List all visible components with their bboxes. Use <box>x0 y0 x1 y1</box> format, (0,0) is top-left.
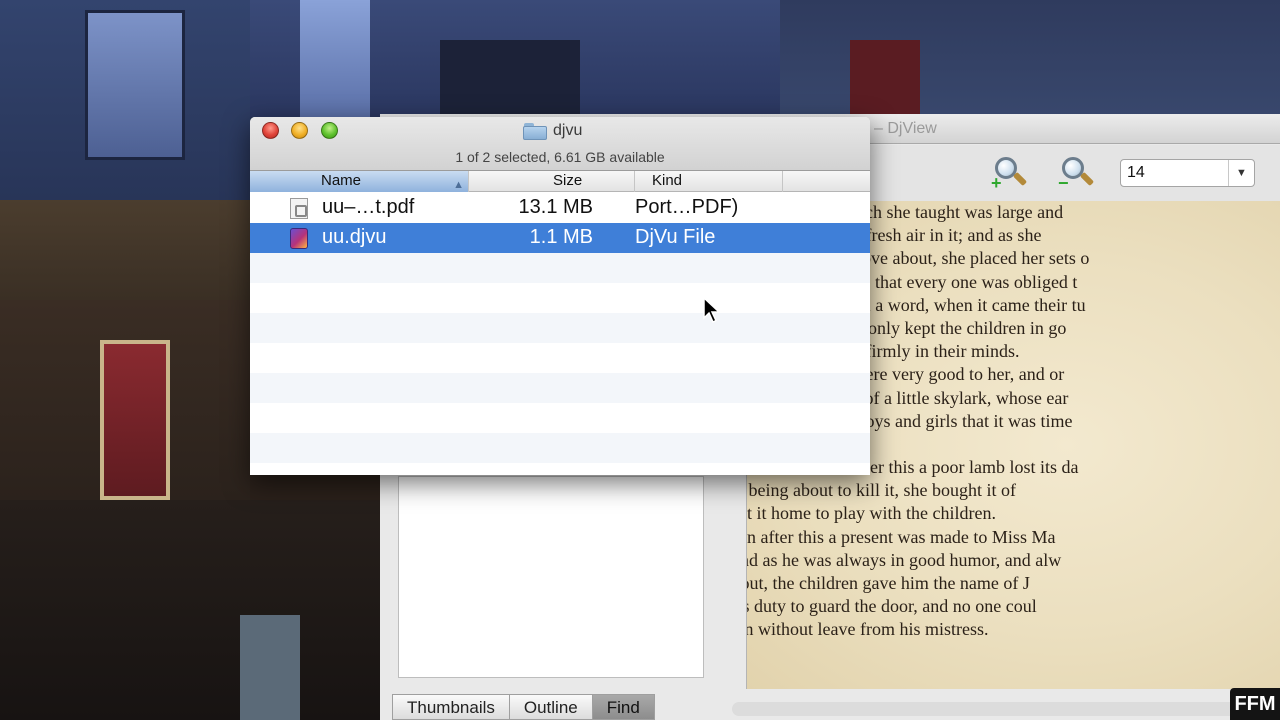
sidebar-panel[interactable] <box>398 476 704 678</box>
zoom-out-button[interactable]: − <box>1058 155 1098 193</box>
page-line-highlighted: farmer being about to kill it, she bough… <box>747 479 1280 502</box>
file-row-selected[interactable]: uu.djvu 1.1 MB DjVu File <box>250 223 870 253</box>
zoom-in-button[interactable]: + <box>991 155 1031 193</box>
page-line: was his duty to guard the door, and no o… <box>747 596 1037 617</box>
empty-row <box>250 253 870 283</box>
ffm-watermark: FFM <box>1230 688 1280 720</box>
file-kind: DjVu File <box>635 226 716 248</box>
empty-row <box>250 343 870 373</box>
chevron-down-icon: ▼ <box>1228 160 1254 186</box>
file-name: uu.djvu <box>322 226 387 248</box>
tab-find[interactable]: Find <box>591 694 655 720</box>
page-line: Soon after this a present was made to Mi… <box>746 526 1056 547</box>
column-header-name[interactable]: Name ▲ <box>250 171 469 192</box>
empty-row <box>250 433 870 463</box>
horizontal-scrollbar[interactable] <box>732 702 1242 716</box>
file-list[interactable]: uu–…t.pdf 13.1 MB Port…PDF) uu.djvu 1.1 … <box>250 193 870 475</box>
zoom-value: 14 <box>1127 164 1145 181</box>
zoom-combo[interactable]: 14 ▼ <box>1120 159 1255 187</box>
empty-row <box>250 373 870 403</box>
file-name: uu–…t.pdf <box>322 196 415 218</box>
column-header-size[interactable]: Size <box>469 171 635 192</box>
tab-thumbnails[interactable]: Thumbnails <box>392 694 510 720</box>
finder-titlebar[interactable]: djvu 1 of 2 selected, 6.61 GB available <box>250 117 870 171</box>
wallpaper-room <box>0 200 250 300</box>
wallpaper-room <box>0 500 380 720</box>
page-line: brought it home to play with the childre… <box>746 503 996 524</box>
pdf-file-icon <box>290 198 308 219</box>
empty-row <box>250 403 870 433</box>
file-size: 1.1 MB <box>529 226 593 248</box>
sort-ascending-icon: ▲ <box>453 179 464 191</box>
zoom-button[interactable] <box>321 122 338 139</box>
tab-outline[interactable]: Outline <box>508 694 593 720</box>
plus-icon: + <box>991 173 1002 193</box>
sidebar-tabs: Thumbnails Outline Find <box>392 694 655 720</box>
minus-icon: − <box>1058 173 1069 193</box>
wallpaper-bookcase <box>100 340 170 500</box>
column-header-empty <box>783 171 870 192</box>
folder-icon <box>523 122 547 140</box>
wallpaper-door <box>240 615 300 720</box>
window-title: djvu <box>523 121 582 141</box>
column-headers: Name ▲ Size Kind <box>250 171 870 192</box>
wallpaper-bed <box>440 40 580 117</box>
djview-window-title: – DjView <box>874 120 937 137</box>
file-kind: Port…PDF) <box>635 196 739 218</box>
empty-row <box>250 313 870 343</box>
wallpaper-window <box>85 10 185 160</box>
djvu-file-icon <box>290 228 308 249</box>
page-line: dog, and as he was always in good humor,… <box>747 549 1062 570</box>
file-size: 13.1 MB <box>518 196 593 218</box>
wallpaper-window <box>300 0 370 117</box>
status-text: 1 of 2 selected, 6.61 GB available <box>455 149 665 165</box>
wallpaper-stairs <box>850 40 920 114</box>
page-line: ing about, the children gave him the nam… <box>747 573 1030 593</box>
file-row[interactable]: uu–…t.pdf 13.1 MB Port…PDF) <box>250 193 870 223</box>
minimize-button[interactable] <box>291 122 308 139</box>
empty-row <box>250 283 870 313</box>
page-line: come in without leave from his mistress. <box>747 619 989 640</box>
finder-window: djvu 1 of 2 selected, 6.61 GB available … <box>250 117 870 475</box>
close-button[interactable] <box>262 122 279 139</box>
column-header-kind[interactable]: Kind <box>635 171 783 192</box>
